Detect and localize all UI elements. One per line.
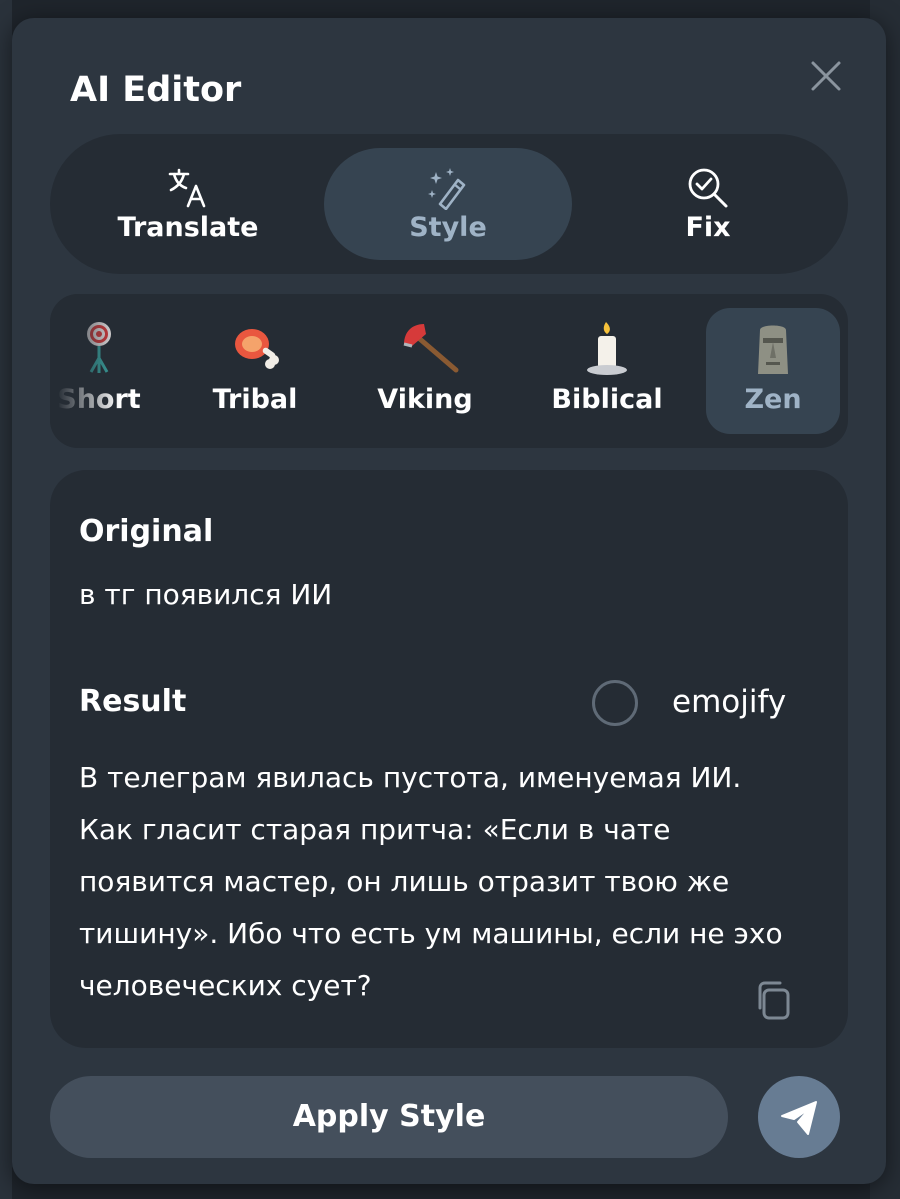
original-text: в тг появился ИИ bbox=[79, 578, 333, 611]
style-selector: Short Tribal Viking bbox=[50, 294, 848, 448]
result-heading: Result bbox=[79, 684, 187, 719]
close-icon bbox=[811, 61, 841, 91]
style-biblical-label: Biblical bbox=[551, 384, 663, 415]
style-zen-label: Zen bbox=[744, 384, 802, 415]
translate-icon bbox=[168, 168, 206, 208]
style-tribal[interactable]: Tribal bbox=[188, 308, 322, 434]
emojify-radio[interactable] bbox=[592, 680, 638, 726]
close-button[interactable] bbox=[806, 56, 846, 96]
tab-translate-label: Translate bbox=[117, 212, 259, 243]
style-zen[interactable]: Zen bbox=[706, 308, 840, 434]
copy-button[interactable] bbox=[752, 978, 796, 1022]
style-viking-label: Viking bbox=[377, 384, 473, 415]
mode-tabs: Translate Style Fix bbox=[50, 134, 848, 274]
tab-style[interactable]: Style bbox=[324, 148, 572, 260]
apply-style-button[interactable]: Apply Style bbox=[50, 1076, 728, 1158]
background-sidebar bbox=[0, 0, 12, 1199]
send-icon bbox=[781, 1101, 817, 1135]
meat-icon bbox=[235, 329, 279, 369]
tab-fix[interactable]: Fix bbox=[584, 148, 832, 260]
scroll-fade bbox=[50, 294, 120, 448]
style-viking[interactable]: Viking bbox=[358, 308, 492, 434]
tab-fix-label: Fix bbox=[685, 212, 731, 243]
content-panel: Original в тг появился ИИ Result emojify… bbox=[50, 470, 848, 1048]
moai-icon bbox=[758, 325, 788, 374]
axe-icon bbox=[403, 324, 459, 373]
emojify-toggle[interactable]: emojify bbox=[592, 680, 822, 732]
emojify-label: emojify bbox=[672, 684, 787, 720]
tab-translate[interactable]: Translate bbox=[64, 148, 312, 260]
style-biblical[interactable]: Biblical bbox=[540, 308, 674, 434]
original-heading: Original bbox=[79, 514, 214, 549]
dialog-title: AI Editor bbox=[70, 70, 242, 110]
result-text: В телеграм явилась пустота, именуемая ИИ… bbox=[79, 761, 783, 1002]
candle-icon bbox=[587, 322, 627, 375]
magnifier-check-icon bbox=[688, 168, 728, 208]
copy-icon bbox=[758, 981, 790, 1020]
magic-wand-icon bbox=[428, 168, 466, 210]
tab-style-label: Style bbox=[409, 212, 487, 243]
ai-editor-dialog: AI Editor Translate Style Fix Tribal Vik… bbox=[12, 18, 886, 1184]
style-tribal-label: Tribal bbox=[212, 384, 298, 415]
send-button[interactable] bbox=[758, 1076, 840, 1158]
